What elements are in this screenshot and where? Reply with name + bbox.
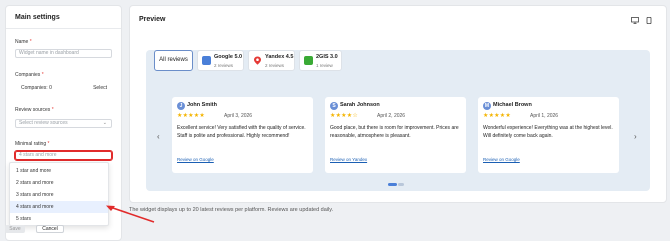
review-date: April 2, 2026	[377, 113, 406, 119]
review-card: S Sarah Johnson ★★★★☆ April 2, 2026 Good…	[325, 97, 466, 173]
review-sources-select[interactable]: Select review sources ⌄	[15, 119, 112, 128]
review-source-link[interactable]: Review on Google	[177, 157, 214, 162]
review-date: April 3, 2026	[224, 113, 253, 119]
rating-option[interactable]: 5 stars	[10, 213, 108, 225]
annotation-arrow-icon	[106, 205, 155, 223]
review-sources-placeholder: Select review sources	[19, 120, 68, 126]
tab-google-count: 2 reviews	[214, 63, 234, 68]
cancel-button[interactable]: Cancel	[36, 225, 64, 233]
tab-2gis-count: 1 review	[316, 63, 333, 68]
rating-option[interactable]: 1 star and more	[10, 165, 108, 177]
review-author: Sarah Johnson	[340, 102, 380, 108]
tab-yandex-count: 2 reviews	[265, 63, 285, 68]
rating-option-selected[interactable]: 4 stars and more	[10, 201, 108, 213]
review-card: M Michael Brown ★★★★★ April 1, 2026 Wond…	[478, 97, 619, 173]
google-business-icon	[202, 56, 211, 65]
review-source-link[interactable]: Review on Yandex	[330, 157, 367, 162]
review-date: April 1, 2026	[530, 113, 559, 119]
rating-option[interactable]: 2 stars and more	[10, 177, 108, 189]
rating-stars: ★★★★☆	[330, 113, 358, 119]
review-author: Michael Brown	[493, 102, 532, 108]
rating-dropdown: 1 star and more 2 stars and more 3 stars…	[9, 162, 109, 226]
review-text: Good place, but there is room for improv…	[330, 125, 459, 139]
save-button[interactable]: Save	[5, 225, 25, 233]
rating-option[interactable]: 3 stars and more	[10, 189, 108, 201]
monitor-icon[interactable]	[631, 17, 639, 24]
tab-2gis[interactable]: 2GIS 3.0 1 review	[299, 50, 342, 71]
chevron-down-icon: ⌄	[102, 120, 107, 126]
minimal-rating-label: Minimal rating *	[15, 141, 50, 147]
tab-yandex-name: Yandex 4.5	[265, 54, 294, 60]
avatar: J	[177, 102, 185, 110]
companies-field: Companies: 0 Select	[15, 84, 112, 93]
tab-google[interactable]: Google 5.0 2 reviews	[197, 50, 244, 71]
avatar: M	[483, 102, 491, 110]
phone-icon[interactable]	[645, 17, 653, 24]
panel-title: Main settings	[15, 14, 60, 21]
preview-title: Preview	[139, 16, 166, 23]
name-input[interactable]: Widget name in dashboard	[15, 49, 112, 58]
review-author: John Smith	[187, 102, 217, 108]
tab-google-name: Google 5.0	[214, 54, 243, 60]
tab-2gis-name: 2GIS 3.0	[316, 54, 338, 60]
tab-all-reviews[interactable]: All reviews	[154, 50, 193, 71]
name-label: Name *	[15, 39, 32, 45]
avatar: S	[330, 102, 338, 110]
rating-stars: ★★★★★	[177, 113, 205, 119]
next-arrow-icon[interactable]: ›	[634, 132, 637, 141]
pagination-dot[interactable]	[398, 183, 404, 186]
rating-stars: ★★★★★	[483, 113, 511, 119]
2gis-icon	[304, 56, 313, 65]
preview-panel: Preview All reviews Google 5.0 2 reviews…	[129, 5, 667, 203]
review-text: Wonderful experience! Everything was at …	[483, 125, 613, 139]
companies-count: Companies: 0	[21, 85, 52, 91]
review-source-link[interactable]: Review on Google	[483, 157, 520, 162]
minimal-rating-select[interactable]: 4 stars and more	[14, 150, 113, 161]
pagination-dot-active[interactable]	[388, 183, 397, 186]
companies-label: Companies *	[15, 72, 44, 78]
tab-yandex[interactable]: Yandex 4.5 2 reviews	[248, 50, 295, 71]
widget-preview: All reviews Google 5.0 2 reviews Yandex …	[146, 50, 650, 191]
divider	[6, 28, 121, 29]
review-text: Excellent service! Very satisfied with t…	[177, 125, 306, 139]
review-sources-label: Review sources *	[15, 107, 54, 113]
companies-select-button[interactable]: Select	[93, 85, 107, 92]
review-card: J John Smith ★★★★★ April 3, 2026 Excelle…	[172, 97, 313, 173]
prev-arrow-icon[interactable]: ‹	[157, 132, 160, 141]
map-pin-icon	[254, 56, 261, 65]
